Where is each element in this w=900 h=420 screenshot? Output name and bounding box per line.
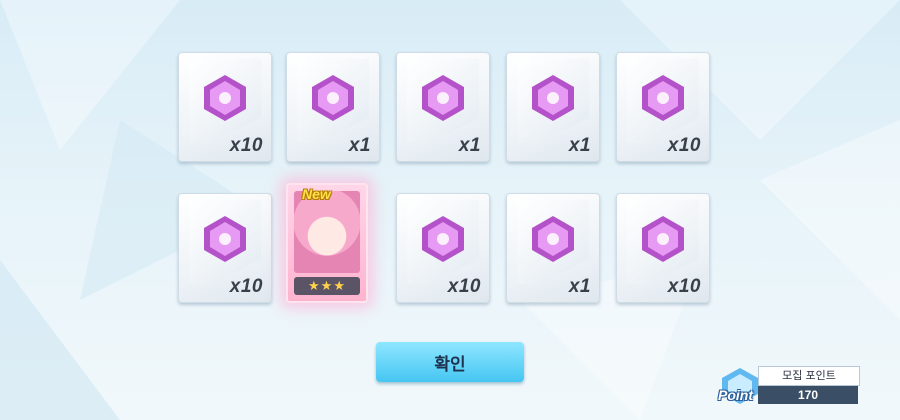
reward-card[interactable]: x10 [616,52,710,162]
gem-icon [422,216,464,262]
point-value: 170 [758,386,858,404]
point-title: 모집 포인트 [758,366,860,386]
gem-icon [204,75,246,121]
reward-card[interactable]: x10 [396,193,490,303]
reward-card[interactable]: x10 [616,193,710,303]
reward-card[interactable]: x1 [506,193,600,303]
reward-card[interactable]: x10 [178,52,272,162]
recruit-point-panel: Point 모집 포인트 170 [718,366,860,406]
gem-icon [532,216,574,262]
star-rating: ★★★ [294,277,360,295]
gem-icon [642,216,684,262]
point-word: Point [718,387,753,403]
gem-icon [422,75,464,121]
gem-icon [204,216,246,262]
reward-card[interactable]: x1 [506,52,600,162]
new-badge: New [302,186,331,202]
gem-icon [532,75,574,121]
reward-quantity: x1 [568,135,591,156]
reward-card[interactable]: x10 [178,193,272,303]
reward-card[interactable]: x1 [286,52,380,162]
reward-quantity: x1 [348,135,371,156]
reward-quantity: x10 [229,135,263,156]
reward-quantity: x10 [229,276,263,297]
gem-icon [312,75,354,121]
reward-card[interactable]: x1 [396,52,490,162]
confirm-button[interactable]: 확인 [376,342,524,382]
reward-quantity: x1 [568,276,591,297]
gem-icon [642,75,684,121]
character-portrait [294,191,360,273]
reward-quantity: x1 [458,135,481,156]
reward-quantity: x10 [667,276,701,297]
reward-quantity: x10 [447,276,481,297]
reward-quantity: x10 [667,135,701,156]
